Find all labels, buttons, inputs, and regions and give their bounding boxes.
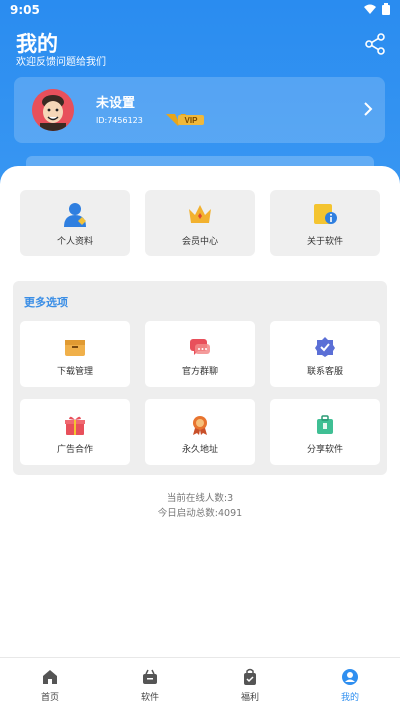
- status-time: 9:05: [10, 3, 40, 17]
- status-bar: 9:05: [0, 0, 400, 22]
- item-label: 永久地址: [181, 445, 218, 455]
- item-label: 官方群聊: [181, 367, 218, 377]
- item-ad-cooperation[interactable]: 广告合作: [20, 399, 130, 465]
- tab-label: 福利: [240, 693, 259, 703]
- content-sheet: 个人资料 会员中心 关于软件 更多选项 下载管理 官方群聊 联系客服 广告合作 …: [0, 166, 400, 711]
- tab-label: 我的: [340, 693, 359, 703]
- section-title: 更多选项: [24, 296, 68, 309]
- online-count: 当前在线人数:3: [166, 493, 234, 504]
- tile-label: 个人资料: [56, 237, 93, 247]
- service-badge-icon: [315, 337, 335, 357]
- wifi-icon: [364, 4, 376, 14]
- item-label: 联系客服: [306, 367, 343, 377]
- medal-icon: [193, 416, 207, 435]
- user-id: ID:7456123: [96, 116, 143, 125]
- tab-profile[interactable]: 我的: [300, 658, 400, 706]
- tile-membership[interactable]: 会员中心: [145, 190, 255, 256]
- item-permanent-address[interactable]: 永久地址: [145, 399, 255, 465]
- suitcase-icon: [317, 415, 333, 434]
- gift-icon: [65, 416, 85, 435]
- share-icon[interactable]: [364, 33, 386, 55]
- tile-label: 会员中心: [181, 237, 218, 247]
- chat-icon: [190, 339, 210, 355]
- user-name: 未设置: [96, 96, 136, 111]
- avatar-face-icon: [32, 89, 74, 131]
- status-icons: [364, 3, 390, 15]
- battery-icon: [382, 3, 390, 15]
- tab-software[interactable]: 软件: [100, 658, 200, 706]
- tab-label: 软件: [140, 693, 159, 703]
- item-label: 下载管理: [56, 367, 93, 377]
- tile-label: 关于软件: [306, 237, 343, 247]
- info-folder-icon: [314, 204, 337, 224]
- chevron-right-icon[interactable]: [363, 101, 373, 117]
- tile-profile[interactable]: 个人资料: [20, 190, 130, 256]
- tab-label: 首页: [40, 693, 59, 703]
- item-label: 分享软件: [306, 445, 343, 455]
- user-card[interactable]: 未设置 ID:7456123 VIP: [14, 77, 385, 143]
- page-subtitle: 欢迎反馈问题给我们: [16, 57, 106, 68]
- tab-home[interactable]: 首页: [0, 658, 100, 706]
- person-icon: [64, 203, 86, 227]
- welfare-icon: [244, 668, 256, 685]
- vip-badge-text: VIP: [185, 116, 199, 125]
- item-share-software[interactable]: 分享软件: [270, 399, 380, 465]
- software-icon: [143, 669, 157, 684]
- tab-welfare[interactable]: 福利: [200, 658, 300, 706]
- crown-icon: [189, 205, 211, 223]
- item-download-manager[interactable]: 下载管理: [20, 321, 130, 387]
- tile-about[interactable]: 关于软件: [270, 190, 380, 256]
- item-label: 广告合作: [56, 445, 93, 455]
- avatar[interactable]: [32, 89, 74, 131]
- item-official-group[interactable]: 官方群聊: [145, 321, 255, 387]
- item-customer-service[interactable]: 联系客服: [270, 321, 380, 387]
- home-icon: [43, 670, 57, 684]
- profile-icon: [342, 669, 358, 685]
- bottom-tab-bar: 首页 软件 福利 我的: [0, 657, 400, 711]
- box-icon: [65, 340, 85, 356]
- more-options-panel: 更多选项 下载管理 官方群聊 联系客服 广告合作 永久地址 分享软件: [13, 281, 387, 475]
- vip-badge: VIP: [166, 114, 204, 126]
- launch-count: 今日启动总数:4091: [157, 508, 243, 519]
